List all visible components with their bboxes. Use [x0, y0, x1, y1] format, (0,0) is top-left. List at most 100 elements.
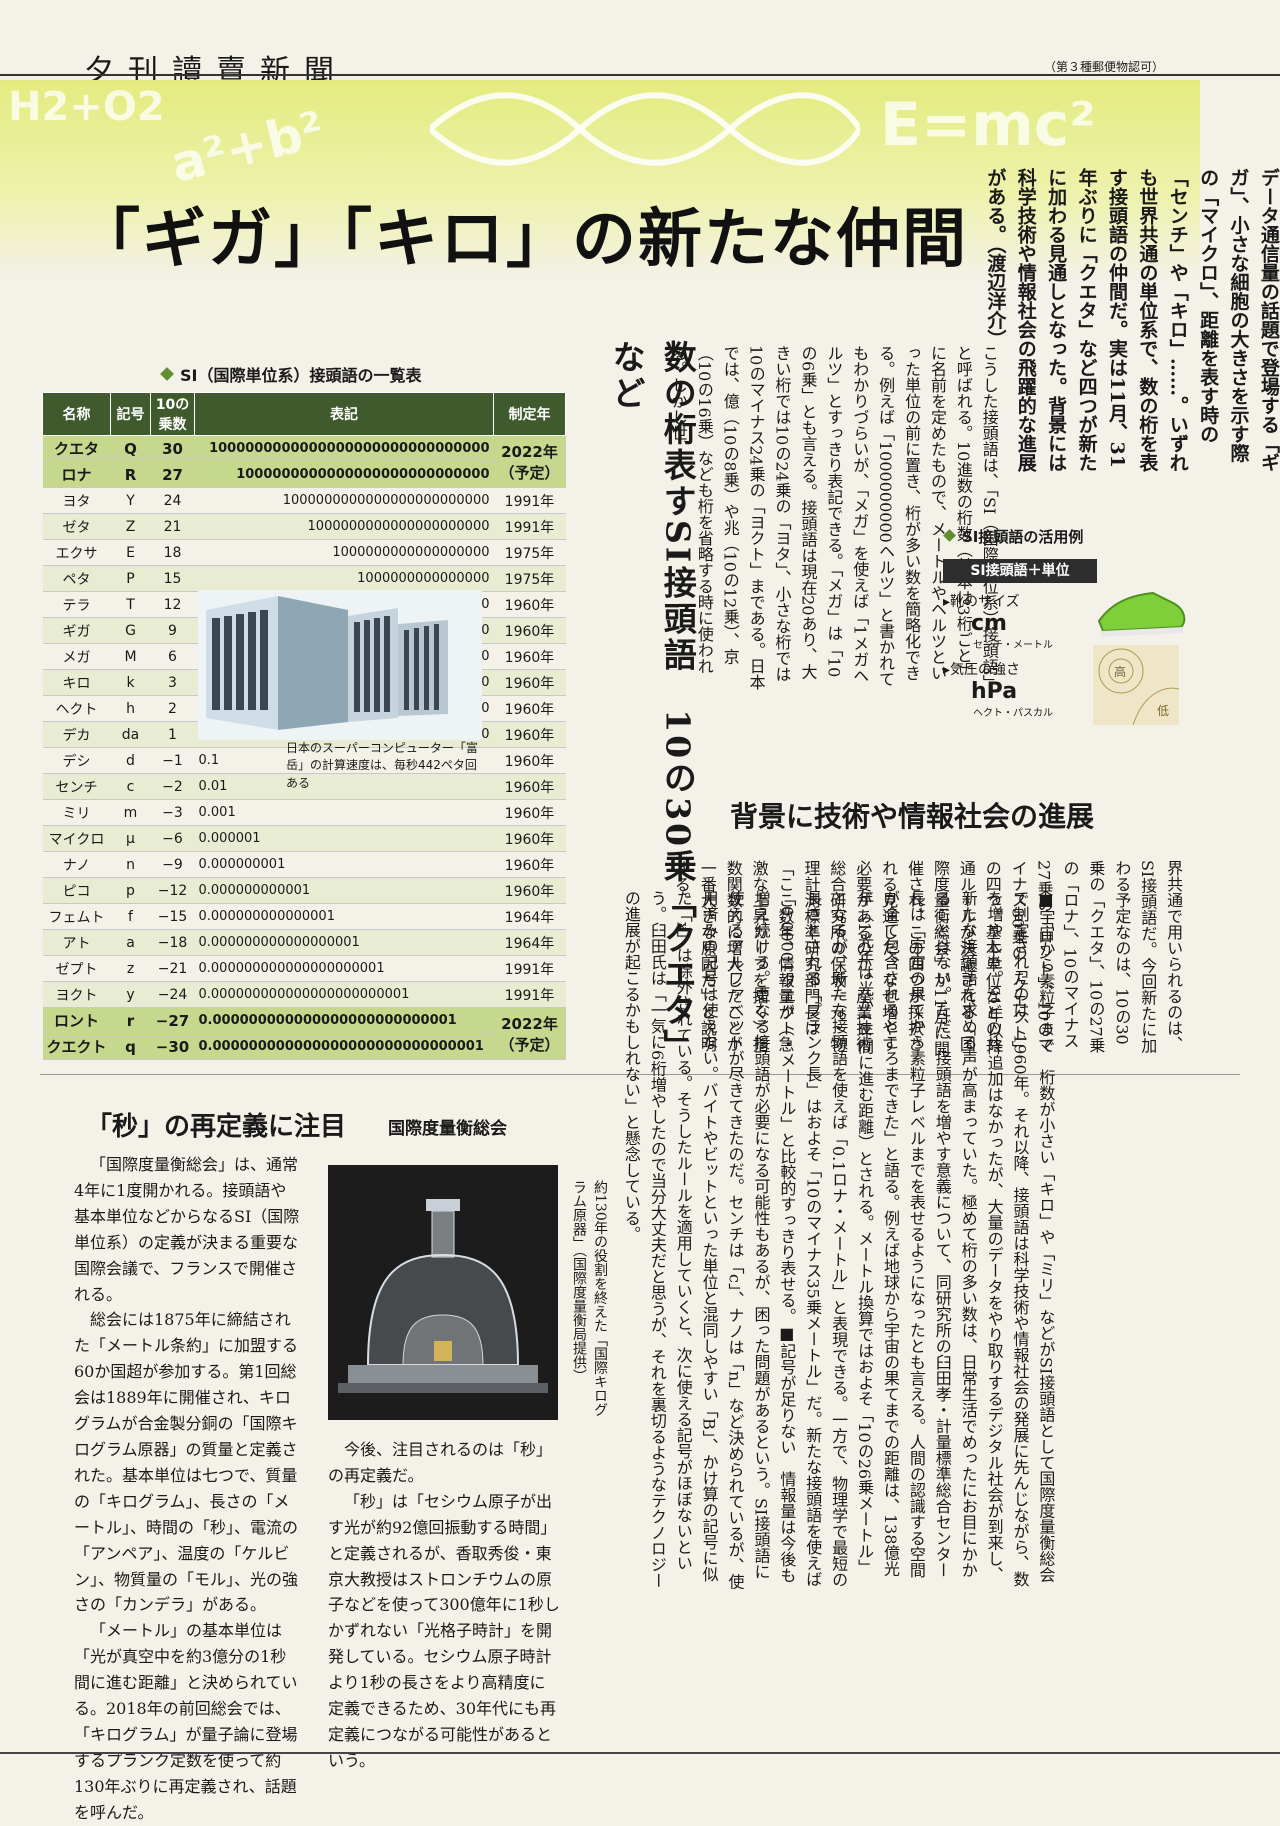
table-cell-notation: 0.000000000000000001 — [194, 929, 494, 956]
table-header-cell: 記号 — [110, 392, 151, 436]
formula-pythagoras: a²+b² — [165, 100, 330, 194]
table-cell-notation: 1000000000000000 — [194, 565, 494, 592]
table-row: ゼタ Z 21 1000000000000000000000 1991年 — [42, 513, 566, 540]
supercomputer-photo — [198, 590, 482, 740]
formula-emc2: E=mc² — [880, 90, 1096, 160]
map-high-label: 高 — [1114, 664, 1126, 679]
table-row: ロナ R 27 1000000000000000000000000000 — [42, 461, 566, 488]
second-paragraph-5: 「秒」は「セシウム原子が出す光が約92億回振動する時間」と定義されるが、香取秀俊… — [328, 1491, 560, 1770]
table-cell-year: 1960年 — [493, 747, 566, 774]
table-cell-name: デカ — [42, 721, 111, 748]
table-cell-symbol: p — [110, 877, 151, 904]
table-row: ミリ m −3 0.001 1960年 — [42, 799, 566, 826]
table-cell-year: 1960年 — [493, 773, 566, 800]
masthead-rule — [0, 74, 1280, 76]
table-cell-year: 1975年 — [493, 565, 566, 592]
formula-h2o: H2+O2 — [8, 84, 165, 130]
table-cell-symbol: c — [110, 773, 151, 800]
table-cell-symbol: μ — [110, 825, 151, 852]
sneaker-icon — [1097, 591, 1186, 637]
table-row: ゼプト z −21 0.000000000000000000001 1991年 — [42, 955, 566, 982]
table-cell-notation: 0.000000000000000000000000001 — [194, 1007, 494, 1034]
table-cell-name: メガ — [42, 643, 111, 670]
table-cell-symbol: r — [110, 1007, 151, 1034]
table-cell-name: テラ — [42, 591, 111, 618]
table-cell-name: ミリ — [42, 799, 111, 826]
table-cell-symbol: da — [110, 721, 151, 748]
table-cell-symbol: Z — [110, 513, 151, 540]
table-cell-year: 1991年 — [493, 955, 566, 982]
table-cell-symbol: q — [110, 1033, 151, 1060]
table-cell-exp: 1 — [150, 721, 195, 748]
table-row: マイクロ μ −6 0.000001 1960年 — [42, 825, 566, 852]
table-cell-exp: −30 — [150, 1033, 195, 1060]
table-title-text: SI（国際単位系）接頭語の一覧表 — [180, 366, 422, 385]
second-article-subtitle: 国際度量衡総会 — [388, 1119, 507, 1139]
dna-helix-icon — [430, 92, 860, 166]
diamond-icon — [943, 529, 956, 542]
table-cell-notation: 0.000000000000000000000000000001 — [194, 1033, 494, 1060]
table-cell-year: 1960年 — [493, 877, 566, 904]
table-cell-notation: 0.000001 — [194, 825, 494, 852]
table-cell-notation: 1000000000000000000000 — [194, 513, 494, 540]
table-cell-exp: 6 — [150, 643, 195, 670]
table-cell-name: フェムト — [42, 903, 111, 930]
table-cell-exp: −6 — [150, 825, 195, 852]
table-cell-symbol: h — [110, 695, 151, 722]
table-cell-year: 1991年 — [493, 487, 566, 514]
main-headline: 「ギガ」「キロ」の新たな仲間 — [76, 203, 968, 277]
table-cell-year: 1960年 — [493, 851, 566, 878]
table-cell-name: アト — [42, 929, 111, 956]
table-cell-exp: 24 — [150, 487, 195, 514]
table-cell-exp: 2 — [150, 695, 195, 722]
table-cell-symbol: d — [110, 747, 151, 774]
table-row: ナノ n −9 0.000000001 1960年 — [42, 851, 566, 878]
table-cell-symbol: m — [110, 799, 151, 826]
table-header-cell: 10の乗数 — [150, 392, 195, 436]
lead-paragraph: データ通信量の話題で登場する「ギガ」、小さな細胞の大きさを示す際の「マイクロ」、… — [984, 168, 1280, 472]
weather-map-icon: 高 低 — [1093, 645, 1179, 725]
table-cell-exp: 18 — [150, 539, 195, 566]
table-header-cell: 制定年 — [493, 392, 566, 436]
table-row: ヨクト y −24 0.000000000000000000000001 1991年 — [42, 981, 566, 1008]
table-row: フェムト f −15 0.000000000000001 1964年 — [42, 903, 566, 930]
table-cell-notation: 0.000000001 — [194, 851, 494, 878]
table-cell-notation: 0.000000000000000000000001 — [194, 981, 494, 1008]
table-cell-notation: 1000000000000000000000000000 — [194, 461, 494, 488]
table-row: アト a −18 0.000000000000000001 1964年 — [42, 929, 566, 956]
table-cell-name: ヨタ — [42, 487, 111, 514]
table-cell-exp: −24 — [150, 981, 195, 1008]
table-cell-year: 1964年 — [493, 903, 566, 930]
table-cell-exp: −2 — [150, 773, 195, 800]
table-cell-symbol: y — [110, 981, 151, 1008]
table-cell-name: ナノ — [42, 851, 111, 878]
table-cell-symbol: z — [110, 955, 151, 982]
table-cell-symbol: n — [110, 851, 151, 878]
table-cell-symbol: E — [110, 539, 151, 566]
table-cell-name: デシ — [42, 747, 111, 774]
table-cell-exp: 21 — [150, 513, 195, 540]
table-cell-exp: 3 — [150, 669, 195, 696]
table-header-row: 名称 記号 10の乗数 表記 制定年 — [42, 392, 566, 436]
table-row: クエタ Q 30 1000000000000000000000000000000 202… — [42, 435, 566, 488]
footer-rule — [0, 1752, 1280, 1754]
table-cell-exp: −3 — [150, 799, 195, 826]
postal-note: （第３種郵便物認可） — [1043, 60, 1164, 74]
table-cell-symbol: k — [110, 669, 151, 696]
table-cell-year: 2022年（予定） — [493, 1007, 566, 1060]
table-cell-exp: −12 — [150, 877, 195, 904]
table-cell-exp: 30 — [150, 435, 195, 462]
table-cell-name: ヘクト — [42, 695, 111, 722]
table-cell-year: 1960年 — [493, 591, 566, 618]
usage-formula-bar: SI接頭語＋単位 — [943, 559, 1097, 583]
table-cell-year: 1960年 — [493, 643, 566, 670]
table-cell-name: ギガ — [42, 617, 111, 644]
table-cell-year: 1960年 — [493, 695, 566, 722]
kilogram-caption: 約130年の役割を終えた「国際キログラム原器」（国際度量衡局提供） — [571, 1180, 608, 1417]
usage-title-text: SI接頭語の活用例 — [962, 528, 1084, 546]
second-paragraph-3: 「メートル」の基本単位は「光が真空中を約3億分の1秒間に進む距離」と決められてい… — [74, 1621, 298, 1822]
table-cell-name: ロント — [42, 1007, 111, 1034]
table-cell-exp: −18 — [150, 929, 195, 956]
table-cell-year: 1960年 — [493, 669, 566, 696]
table-cell-exp: −21 — [150, 955, 195, 982]
